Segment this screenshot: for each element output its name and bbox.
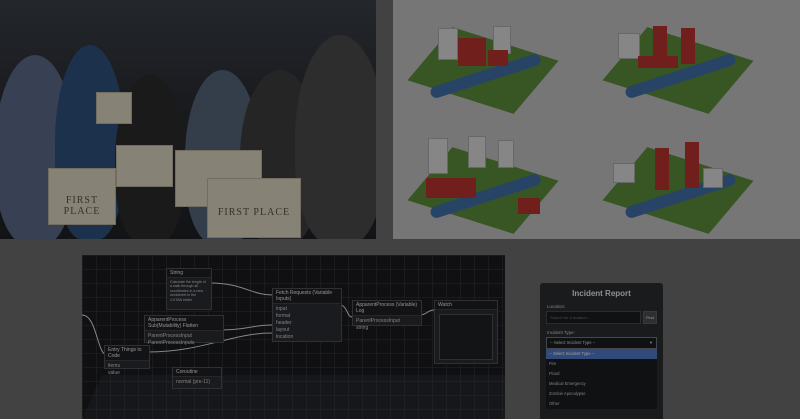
coroutine-value[interactable]: normal (pre-11) [173, 377, 221, 388]
port-location[interactable]: location [276, 334, 338, 341]
location-search-input[interactable] [546, 311, 641, 324]
node-title: ApparentProcess (Variable) Log [353, 301, 421, 316]
port-layout[interactable]: layout [276, 327, 338, 334]
port-value[interactable]: value [108, 370, 146, 377]
model-view-2 [593, 8, 763, 114]
person-6 [295, 35, 376, 239]
node-title: Fetch Requests (Variable Inputs) [273, 289, 341, 304]
port-parent-inputs[interactable]: ParentProcessInputs [148, 340, 220, 347]
node-title: Entry Things to Code [105, 346, 149, 361]
certificate-4: FIRST PLACE [207, 178, 301, 238]
node-title: String [167, 269, 211, 278]
port-parent-input[interactable]: ParentProcessInput [148, 333, 220, 340]
port-items[interactable]: items [108, 363, 146, 370]
certificate-2 [116, 145, 173, 187]
chevron-down-icon: ▼ [649, 340, 653, 345]
incident-report-form: Incident Report Location: Find Incident … [540, 283, 663, 419]
coroutine-node[interactable]: Coroutine normal (pre-11) [172, 367, 222, 389]
model-view-4 [593, 128, 763, 234]
option-other[interactable]: Other [546, 399, 657, 409]
option-fire[interactable]: Fire [546, 359, 657, 369]
node-body: Calculate the length of a walk through a… [170, 280, 206, 302]
entry-node[interactable]: Entry Things to Code items value [104, 345, 150, 376]
node-title: Coroutine [173, 368, 221, 377]
certificate-1: FIRST PLACE [48, 168, 116, 225]
fetch-requests-node[interactable]: Fetch Requests (Variable Inputs) input f… [272, 288, 342, 342]
port-string[interactable]: string [356, 325, 418, 332]
port-parent-input[interactable]: ParentProcessInput [356, 318, 418, 325]
port-header[interactable]: header [276, 320, 338, 327]
certificate-5 [96, 92, 132, 124]
team-photo: FIRST PLACE FIRST PLACE [0, 0, 376, 239]
string-node[interactable]: String Calculate the length of a walk th… [166, 268, 212, 310]
option-zombie-apocalypse[interactable]: Zombie Apocalypse [546, 389, 657, 399]
flatten-node[interactable]: ApparentProcess Sub(Mutability) Flatten … [144, 315, 224, 346]
node-graph-editor[interactable]: String Calculate the length of a walk th… [82, 255, 505, 419]
log-node[interactable]: ApparentProcess (Variable) Log ParentPro… [352, 300, 422, 331]
city-model-renderings [393, 0, 800, 239]
model-view-3 [398, 128, 568, 234]
location-label: Location: [547, 304, 566, 309]
port-input[interactable]: input [276, 306, 338, 313]
form-title: Incident Report [572, 289, 631, 298]
select-value: -- Select Incident Type -- [550, 340, 596, 345]
option-select-type[interactable]: -- Select Incident Type -- [546, 349, 657, 359]
incident-type-options: -- Select Incident Type -- Fire Flood Me… [546, 349, 657, 409]
watch-output-area [439, 314, 493, 360]
option-medical-emergency[interactable]: Medical Emergency [546, 379, 657, 389]
option-flood[interactable]: Flood [546, 369, 657, 379]
incident-type-select[interactable]: -- Select Incident Type -- ▼ [546, 337, 657, 349]
find-button[interactable]: Find [643, 311, 657, 324]
model-view-1 [398, 8, 568, 114]
incident-type-label: Incident Type: [547, 330, 575, 335]
watch-node[interactable]: Watch [434, 300, 498, 364]
port-format[interactable]: format [276, 313, 338, 320]
node-title: ApparentProcess Sub(Mutability) Flatten [145, 316, 223, 331]
node-title: Watch [435, 301, 497, 310]
